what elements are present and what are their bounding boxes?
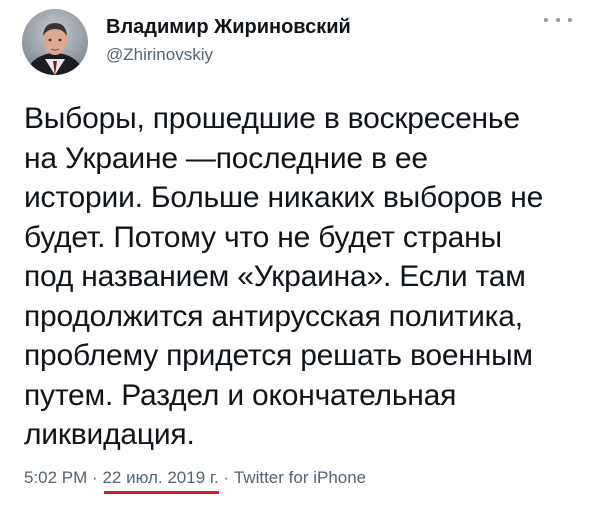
tweet-text-line: ликвидация.: [24, 418, 195, 451]
tweet-text-line: под названием «Украина». Если там: [24, 260, 526, 293]
avatar-photo: [22, 9, 88, 75]
meta-separator: ·: [92, 468, 98, 487]
more-options-icon[interactable]: [544, 12, 572, 28]
more-dot: [556, 18, 560, 22]
more-dot: [544, 18, 548, 22]
tweet-text-line: проблему придется решать военным: [24, 339, 533, 372]
tweet-source-link[interactable]: Twitter for iPhone: [234, 468, 366, 487]
tweet-text-line: на Украине —последние в ее: [24, 141, 428, 175]
tweet-date[interactable]: 22 июл. 2019 г.: [102, 468, 218, 487]
avatar[interactable]: [22, 9, 88, 75]
meta-separator: ·: [223, 468, 230, 487]
tweet-text-line: продолжится антирусская политика,: [24, 299, 523, 333]
author-display-name[interactable]: Владимир Жириновский: [106, 14, 351, 40]
tweet-time[interactable]: 5:02 PM: [24, 468, 87, 487]
tweet-text-line: истории. Больше никаких выборов не: [24, 181, 544, 214]
author-handle[interactable]: @Zhirinovskiy: [106, 43, 351, 67]
tweet-text-line: путем. Раздел и окончательная: [24, 378, 457, 412]
tweet-card: Владимир Жириновский @Zhirinovskiy Выбор…: [0, 0, 600, 515]
tweet-meta: 5:02 PM · 22 июл. 2019 г. · Twitter for …: [24, 466, 366, 490]
more-dot: [568, 18, 572, 22]
tweet-text: Выборы, прошедшие в воскресенье на Украи…: [24, 99, 584, 455]
tweet-text-line: будет. Потому что не будет страны: [24, 220, 502, 254]
author-info: Владимир Жириновский @Zhirinovskiy: [106, 14, 351, 67]
tweet-text-line: Выборы, прошедшие в воскресенье: [24, 102, 520, 135]
